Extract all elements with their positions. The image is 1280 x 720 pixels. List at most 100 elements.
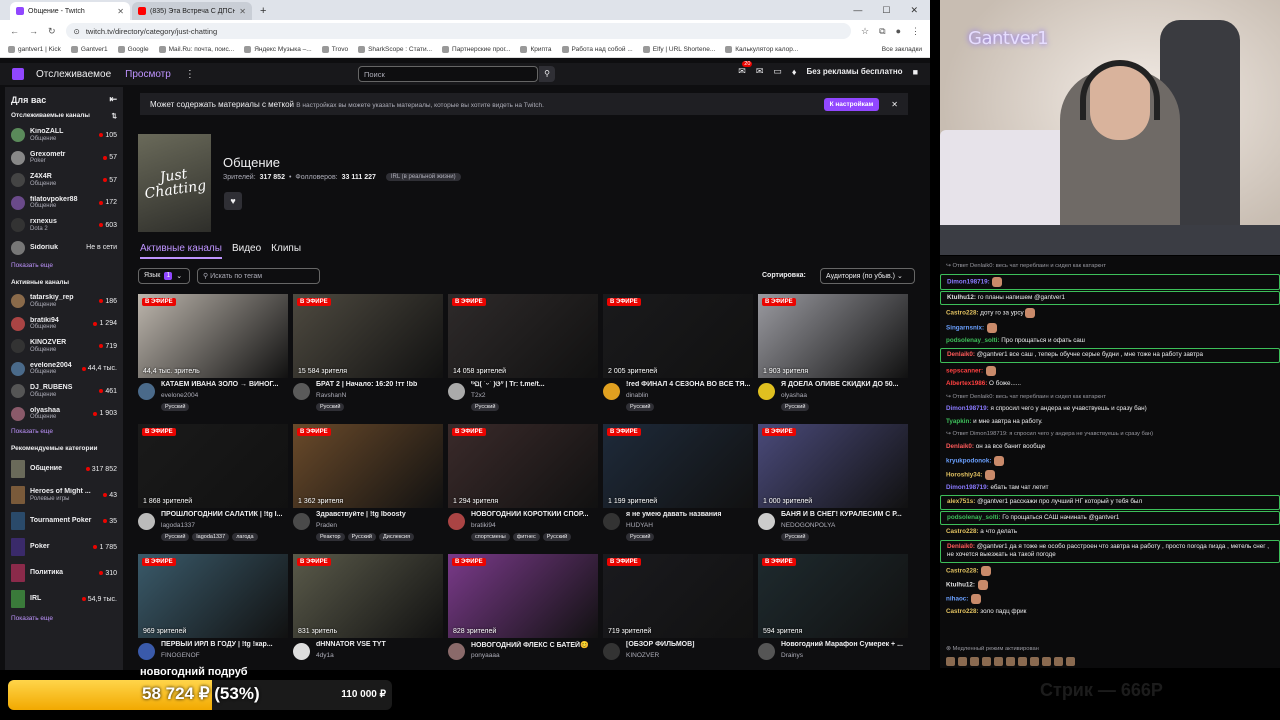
more-icon[interactable]: ⋮ bbox=[185, 69, 195, 80]
menu-icon[interactable]: ⋮ bbox=[911, 26, 920, 37]
tab-clips[interactable]: Клипы bbox=[271, 243, 301, 259]
channel-name[interactable]: FINOGENOF bbox=[161, 652, 200, 659]
profile-avatar-icon[interactable]: ● bbox=[896, 26, 901, 36]
sidebar-channel[interactable]: DJ_RUBENS Общение 461 bbox=[5, 380, 123, 403]
stream-card[interactable]: В ЭФИРЕ 15 584 зрителя БРАТ 2 | Начало: 16… bbox=[293, 294, 443, 418]
chat-username[interactable]: Albertex1986: bbox=[946, 380, 987, 387]
stream-title[interactable]: Я ДОЕЛА ОЛИВЕ СКИДКИ ДО 50... bbox=[781, 381, 908, 388]
channel-avatar[interactable] bbox=[293, 643, 310, 660]
stream-card[interactable]: В ЭФИРЕ 1 868 зрителей ПРОШЛОГОДНИЙ САЛАТИ… bbox=[138, 424, 288, 548]
bookmark-item[interactable]: Mail.Ru: почта, поис... bbox=[158, 46, 234, 53]
channel-name[interactable]: olyashaa bbox=[781, 392, 807, 399]
tag-search-input[interactable]: ⚲ Искать по тегам bbox=[197, 268, 320, 284]
stream-thumbnail[interactable]: В ЭФИРЕ 2 005 зрителей bbox=[603, 294, 753, 378]
whispers-icon[interactable]: ✉ bbox=[756, 66, 764, 77]
sidebar-channel[interactable]: filatovpoker88 Общение 172 bbox=[5, 192, 123, 215]
show-more-categories[interactable]: Показать еще bbox=[5, 612, 123, 628]
chat-username[interactable]: Horoshiy34: bbox=[946, 471, 982, 478]
tab-close-icon[interactable]: ✕ bbox=[117, 7, 124, 16]
site-info-icon[interactable]: ⊙ bbox=[74, 27, 80, 36]
stream-title[interactable]: [ОБЗОР ФИЛЬМОВ] bbox=[626, 641, 753, 648]
bookmark-item[interactable]: Калькулятор калор... bbox=[725, 46, 798, 53]
user-avatar-icon[interactable]: ■ bbox=[913, 67, 918, 77]
channel-name[interactable]: dinablin bbox=[626, 392, 648, 399]
chat-username[interactable]: sepscanner: bbox=[946, 368, 983, 375]
stream-card[interactable]: В ЭФИРЕ 2 005 зрителей !red ФИНАЛ 4 СЕЗОНА… bbox=[603, 294, 753, 418]
stream-thumbnail[interactable]: В ЭФИРЕ 1 868 зрителей bbox=[138, 424, 288, 508]
stream-tag[interactable]: Дислексия bbox=[379, 533, 415, 541]
chat-username[interactable]: alex751s: bbox=[947, 498, 975, 505]
stream-title[interactable]: Новогодний Марафон Сумерек + ... bbox=[781, 641, 908, 648]
channel-avatar[interactable] bbox=[138, 383, 155, 400]
channel-name[interactable]: NEDOGONPOLYA bbox=[781, 522, 835, 529]
bookmark-star-icon[interactable]: ☆ bbox=[861, 26, 869, 37]
stream-title[interactable]: БРАТ 2 | Начало: 16:20 !тт !bb bbox=[316, 381, 443, 388]
channel-avatar[interactable] bbox=[448, 513, 465, 530]
channel-avatar[interactable] bbox=[138, 643, 155, 660]
stream-thumbnail[interactable]: В ЭФИРЕ 1 903 зрителя bbox=[758, 294, 908, 378]
sidebar-category[interactable]: Политика 310 bbox=[5, 560, 123, 586]
stream-card[interactable]: В ЭФИРЕ 1 903 зрителя Я ДОЕЛА ОЛИВЕ СКИДКИ… bbox=[758, 294, 908, 418]
bookmark-item[interactable]: Крипта bbox=[520, 46, 552, 53]
sidebar-channel[interactable]: KINOZVER Общение 719 bbox=[5, 335, 123, 358]
sidebar-category[interactable]: IRL 54,9 тыс. bbox=[5, 586, 123, 612]
stream-thumbnail[interactable]: В ЭФИРЕ 15 584 зрителя bbox=[293, 294, 443, 378]
stream-tag[interactable]: Русский bbox=[626, 403, 655, 411]
stream-thumbnail[interactable]: В ЭФИРЕ 1 294 зрителя bbox=[448, 424, 598, 508]
stream-card[interactable]: В ЭФИРЕ 1 199 зрителей я не умею давать на… bbox=[603, 424, 753, 548]
stream-tag[interactable]: Русский bbox=[471, 403, 500, 411]
channel-name[interactable]: HUDYAH bbox=[626, 522, 653, 529]
stream-title[interactable]: БАНЯ И В СНЕГ! КУРАЛЕСИМ С Р... bbox=[781, 511, 908, 518]
stream-thumbnail[interactable]: В ЭФИРЕ 831 зритель bbox=[293, 554, 443, 638]
chat-username[interactable]: Denlaik0: bbox=[946, 443, 974, 450]
channel-avatar[interactable] bbox=[293, 383, 310, 400]
close-window-button[interactable]: ✕ bbox=[910, 5, 918, 16]
channel-name[interactable]: lagoda1337 bbox=[161, 522, 195, 529]
stream-card[interactable]: В ЭФИРЕ 44,4 тыс. зритель КАТАЕМ ИВАНА ЗОЛ… bbox=[138, 294, 288, 418]
stream-thumbnail[interactable]: В ЭФИРЕ 1 000 зрителей bbox=[758, 424, 908, 508]
stream-tag[interactable]: Русский bbox=[626, 533, 655, 541]
channel-avatar[interactable] bbox=[293, 513, 310, 530]
sidebar-channel[interactable]: olyashaa Общение 1 903 bbox=[5, 403, 123, 426]
stream-tag[interactable]: Русский bbox=[161, 403, 190, 411]
collapse-sidebar-icon[interactable]: ⇤ bbox=[109, 94, 117, 105]
channel-avatar[interactable] bbox=[758, 513, 775, 530]
tab-videos[interactable]: Видео bbox=[232, 243, 261, 259]
sort-select[interactable]: Аудитория (по убыв.) ⌄ bbox=[820, 268, 915, 284]
stream-tag[interactable]: lagoda1337 bbox=[192, 533, 230, 541]
emote-icon[interactable] bbox=[1006, 657, 1015, 666]
channel-avatar[interactable] bbox=[603, 513, 620, 530]
chat-username[interactable]: Tyapkin: bbox=[946, 418, 971, 425]
language-select[interactable]: Язык 1 ⌄ bbox=[138, 268, 190, 284]
chat-username[interactable]: Dimon198719: bbox=[946, 484, 989, 491]
stream-tag[interactable]: Русский bbox=[781, 403, 810, 411]
stream-tag[interactable]: фитнес bbox=[512, 533, 540, 541]
extensions-icon[interactable]: ⧉ bbox=[879, 26, 885, 37]
stream-thumbnail[interactable]: В ЭФИРЕ 14 058 зрителей bbox=[448, 294, 598, 378]
sidebar-channel[interactable]: KinoZALL Общение 105 bbox=[5, 124, 123, 147]
twitch-logo-icon[interactable] bbox=[12, 68, 24, 80]
sidebar-channel[interactable]: Grexometr Poker 57 bbox=[5, 147, 123, 170]
chat-username[interactable]: Castro228: bbox=[946, 608, 979, 615]
stream-tag[interactable]: Русский bbox=[781, 533, 810, 541]
emote-icon[interactable] bbox=[982, 657, 991, 666]
emote-icon[interactable] bbox=[1066, 657, 1075, 666]
bookmark-item[interactable]: Работа над собой ... bbox=[561, 46, 633, 53]
channel-name[interactable]: Praden bbox=[316, 522, 337, 529]
reload-icon[interactable]: ↻ bbox=[48, 26, 56, 37]
chat-username[interactable]: kryukpodonok: bbox=[946, 457, 991, 464]
stream-tag[interactable]: Русский bbox=[316, 403, 345, 411]
stream-card[interactable]: В ЭФИРЕ 594 зрителя Новогодний Марафон Сум… bbox=[758, 554, 908, 670]
emote-icon[interactable] bbox=[958, 657, 967, 666]
channel-name[interactable]: evelone2004 bbox=[161, 392, 198, 399]
sidebar-channel[interactable]: bratiki94 Общение 1 294 bbox=[5, 313, 123, 336]
chat-username[interactable]: Denlaik0: bbox=[947, 543, 975, 550]
sidebar-channel[interactable]: evelone2004 Общение 44,4 тыс. bbox=[5, 358, 123, 381]
stream-tag[interactable]: лагода bbox=[232, 533, 258, 541]
emote-icon[interactable] bbox=[1018, 657, 1027, 666]
channel-name[interactable]: T2x2 bbox=[471, 392, 485, 399]
chat-username[interactable]: Dimon198719: bbox=[946, 405, 989, 412]
emote-icon[interactable] bbox=[1030, 657, 1039, 666]
stream-title[interactable]: dHNNATOR VSE TYT bbox=[316, 641, 443, 648]
chat-username[interactable]: Ktulhu12: bbox=[947, 294, 976, 301]
